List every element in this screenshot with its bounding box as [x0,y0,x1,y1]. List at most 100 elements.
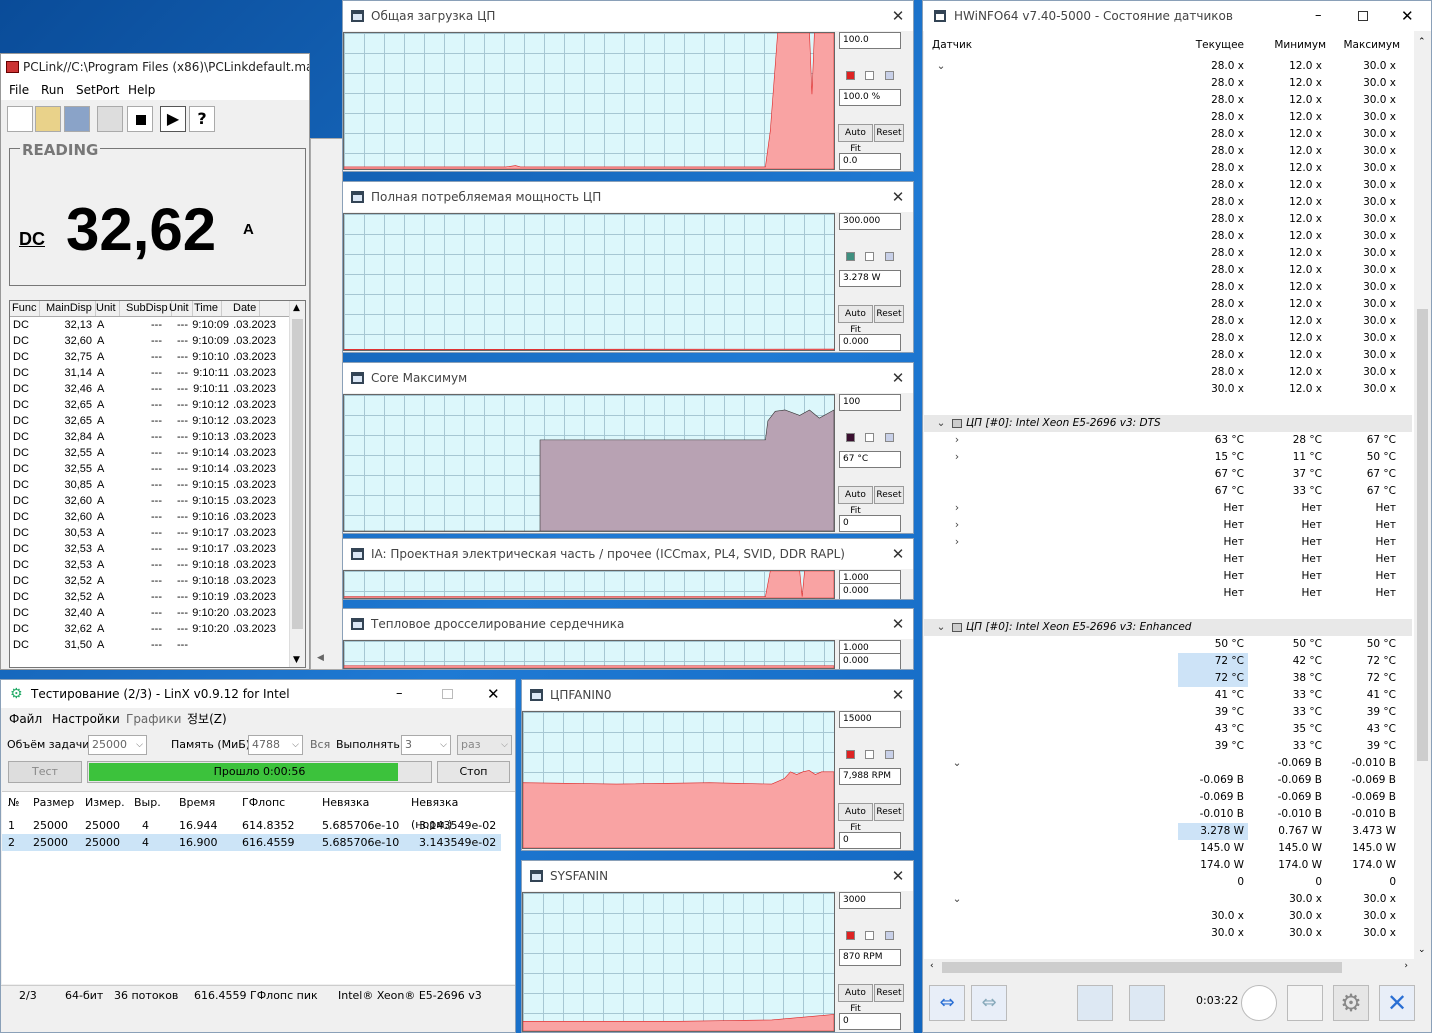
sensor-row[interactable]: ›Внутренние температуры63 °C28 °C67 °C [924,432,1412,449]
sensor-row[interactable]: ⚡Предел мощности PL1145.0 W145.0 W145.0 … [924,840,1412,857]
sensor-row[interactable]: MC0 CH0 DIMM041 °C33 °C41 °C [924,687,1412,704]
scroll-left-icon[interactable]: ‹ [930,961,934,971]
reset-button[interactable]: Reset [874,803,904,821]
graph-current-field[interactable]: 870 RPM [839,949,901,966]
expand-toggle-icon[interactable]: › [952,534,962,551]
graph-max-field[interactable]: 15000 [839,711,901,728]
sensor-row[interactable]: ⌄Пределы множителя OC30.0 x30.0 x [924,891,1412,908]
hwinfo-vscrollbar[interactable]: ⌃ ⌄ [1414,31,1431,959]
close-icon[interactable]: ✕ [883,539,913,569]
graph-color-swatch[interactable] [865,750,874,759]
close-x-icon[interactable]: ✕ [1379,985,1415,1021]
menu-help[interactable]: Help [128,80,155,100]
graph-max-field[interactable]: 100 [839,394,901,411]
reset-button[interactable]: Reset [874,305,904,323]
autofit-button[interactable]: Auto Fit [838,984,873,1014]
graph-color-swatch[interactable] [846,931,855,940]
close-icon[interactable]: ✕ [883,182,913,212]
pclink-col-4[interactable]: Unit [169,301,193,316]
pclink-scrollbar[interactable]: ▲ ▼ [289,301,305,667]
graph-current-field[interactable]: 67 °C [839,451,901,468]
expand-toggle-icon[interactable]: › [952,432,962,449]
stop-button[interactable]: Стоп [437,761,510,783]
graph-color-swatch[interactable] [846,750,855,759]
minimize-button[interactable]: – [396,680,403,708]
linx-col-5[interactable]: ГФлопс [242,792,285,814]
expand-toggle-icon[interactable]: › [952,500,962,517]
linx-col-3[interactable]: Выр. [134,792,161,814]
menu-run[interactable]: Run [41,80,64,100]
graph-color-swatch[interactable] [885,750,894,759]
sensor-row[interactable]: Core 16 Множитель28.0 x12.0 x30.0 x [924,347,1412,364]
graph-min-field[interactable]: 0.000 [839,653,901,669]
graph-min-field[interactable]: 0 [839,1013,901,1030]
collapse-arrows-icon[interactable]: ⇔ [971,985,1007,1021]
close-icon[interactable]: ✕ [883,609,913,639]
close-icon[interactable]: ✕ [487,680,500,708]
sensor-row[interactable]: Core 6 Множитель28.0 x12.0 x30.0 x [924,177,1412,194]
expand-toggle-icon[interactable]: ⌄ [952,891,962,908]
graph-color-swatch[interactable] [846,252,855,261]
sensor-row[interactable]: ⚡IA Смещение напряжения-0.069 B-0.069 B-… [924,772,1412,789]
graph-color-swatch[interactable] [846,433,855,442]
expand-toggle-icon[interactable]: ⌄ [952,755,962,772]
play-icon[interactable]: ▶ [160,106,186,132]
runs-select[interactable]: 3 ⌵ [401,735,451,755]
scroll-down-icon[interactable]: ▼ [293,655,300,665]
sensor-row[interactable]: Core 17 Множитель28.0 x12.0 x30.0 x [924,364,1412,381]
sensor-row[interactable]: Core 7 Множитель28.0 x12.0 x30.0 x [924,194,1412,211]
graph-color-swatch[interactable] [885,433,894,442]
sensor-row[interactable]: MC0 CH1 DIMM039 °C33 °C39 °C [924,704,1412,721]
sensor-row[interactable]: Core 4 Множитель28.0 x12.0 x30.0 x [924,143,1412,160]
reset-button[interactable]: Reset [874,124,904,142]
settings-gear-icon[interactable]: ⚙ [1333,985,1369,1021]
sensor-row[interactable]: Core 12 Множитель28.0 x12.0 x30.0 x [924,279,1412,296]
runs-unit-select[interactable]: раз ⌵ [457,735,512,755]
close-icon[interactable]: ✕ [883,363,913,393]
pclink-col-0[interactable]: Func [12,301,41,316]
sensor-row[interactable]: Пакет / кольцо термического дроссел…НетН… [924,551,1412,568]
sensor-row[interactable]: ›Превышени предел мощности ядраНетНетНет [924,534,1412,551]
network-icon[interactable] [1129,985,1165,1021]
clock-icon[interactable] [1241,985,1277,1021]
col-max[interactable]: Максимум [1328,37,1401,54]
sensor-row[interactable]: ›Базовое расстояние до TjMAX15 °C11 °C50… [924,449,1412,466]
sensor-row[interactable]: Текущий уровень cTDP000 [924,874,1412,891]
sensor-row[interactable]: Core 0 Множитель28.0 x12.0 x30.0 x [924,75,1412,92]
graph-color-swatch[interactable] [885,252,894,261]
memory-select[interactable]: 4788 ⌵ [248,735,303,755]
sensor-row[interactable]: Температура окружающей среды памяти50 °C… [924,636,1412,653]
col-min[interactable]: Минимум [1254,37,1326,54]
sensor-row[interactable]: MC1 CH0 DIMM043 °C35 °C43 °C [924,721,1412,738]
sensor-row[interactable]: ⚡CLR (CBo/LLC/Ring) Смещение напря…-0.06… [924,789,1412,806]
minimize-button[interactable]: – [1315,1,1322,31]
new-file-icon[interactable] [7,106,33,132]
sensor-row[interactable]: ⚡Полная потребляемая мощность ЦП3.278 W0… [924,823,1412,840]
print-icon[interactable] [97,106,123,132]
autofit-button[interactable]: Auto Fit [838,305,873,335]
monitor-icon[interactable] [1077,985,1113,1021]
sensor-row[interactable]: CLR (CBo/LLC/Ring) OC Множитель L…30.0 x… [924,925,1412,942]
graph-color-swatch[interactable] [885,931,894,940]
maximize-button[interactable] [1358,11,1368,21]
sensor-row[interactable]: Критическая температура корпуса / к…НетН… [924,568,1412,585]
col-current[interactable]: Текущее [1174,37,1244,54]
graph-current-field[interactable]: 7,988 RPM [839,768,901,785]
pclink-col-5[interactable]: Time [194,301,223,316]
task-size-select[interactable]: 25000 ⌵ [88,735,147,755]
scroll-thumb[interactable] [1417,309,1428,761]
autofit-button[interactable]: Auto Fit [838,803,873,833]
close-icon[interactable]: ✕ [883,861,913,891]
autofit-button[interactable]: Auto Fit [838,124,873,154]
graph-current-field[interactable]: 3.278 W [839,270,901,287]
pclink-col-6[interactable]: Date [233,301,261,316]
sensor-row[interactable]: Core 14 Множитель28.0 x12.0 x30.0 x [924,313,1412,330]
sensor-row[interactable]: Core 2 Множитель28.0 x12.0 x30.0 x [924,109,1412,126]
close-icon[interactable]: ✕ [883,1,913,31]
menu-setport[interactable]: SetPort [76,80,120,100]
linx-col-4[interactable]: Время [179,792,215,814]
menu-file[interactable]: File [9,80,29,100]
scroll-up-icon[interactable]: ▲ [293,303,300,313]
expand-toggle-icon[interactable]: ⌄ [936,415,946,432]
sensor-row[interactable]: ЦП Весь67 °C37 °C67 °C [924,466,1412,483]
